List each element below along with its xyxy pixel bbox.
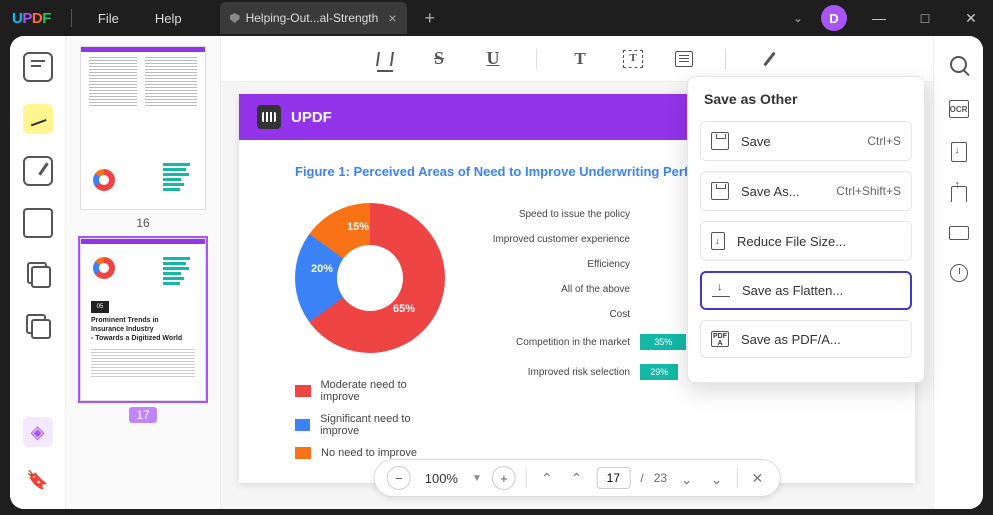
legend-swatch: [295, 419, 310, 431]
divider: [725, 49, 726, 69]
zoom-in-button[interactable]: +: [492, 466, 516, 490]
save-as-other-panel: Save as Other Save Ctrl+S Save As... Ctr…: [687, 76, 925, 383]
save-as-pdfa-button[interactable]: PDF A Save as PDF/A...: [700, 320, 912, 358]
last-page-icon[interactable]: ⌃: [707, 470, 727, 487]
save-as-flatten-button[interactable]: Save as Flatten...: [700, 271, 912, 310]
legend-swatch: [295, 385, 311, 397]
window-close-button[interactable]: ✕: [957, 10, 985, 27]
highlighter-icon[interactable]: [374, 48, 396, 70]
pencil-icon[interactable]: [758, 48, 780, 70]
zoom-level: 100%: [421, 471, 462, 486]
legend-label: Significant need to improve: [320, 413, 445, 437]
window-minimize-button[interactable]: —: [865, 10, 893, 26]
reduce-file-size-button[interactable]: Reduce File Size...: [700, 221, 912, 261]
donut-value: 15%: [347, 221, 369, 233]
divider: [536, 49, 537, 69]
reduce-size-icon: [711, 232, 725, 250]
document-tab[interactable]: Helping-Out...al-Strength ×: [220, 2, 407, 34]
chevron-down-icon[interactable]: ⌄: [793, 11, 803, 25]
divider: [737, 468, 738, 488]
ocr-icon[interactable]: OCR: [949, 100, 969, 118]
save-as-button[interactable]: Save As... Ctrl+Shift+S: [700, 171, 912, 211]
menu-file[interactable]: File: [80, 11, 137, 26]
strikethrough-icon[interactable]: S: [428, 48, 450, 70]
flatten-icon: [712, 285, 730, 297]
shield-icon: [230, 13, 240, 23]
prev-page-icon[interactable]: ⌃: [567, 470, 587, 487]
first-page-icon[interactable]: ⌃: [537, 470, 557, 487]
page-header-title: UPDF: [291, 109, 332, 126]
shortcut-label: Ctrl+Shift+S: [836, 184, 901, 198]
page-total: 23: [654, 471, 667, 485]
panel-title: Save as Other: [700, 91, 912, 107]
add-tab-button[interactable]: +: [425, 8, 436, 29]
edit-tool-icon[interactable]: [23, 156, 53, 186]
shortcut-label: Ctrl+S: [867, 134, 901, 148]
close-nav-icon[interactable]: ✕: [748, 470, 768, 487]
mail-icon[interactable]: [949, 226, 969, 240]
divider: [526, 468, 527, 488]
layers-icon[interactable]: ◈: [23, 417, 53, 447]
window-maximize-button[interactable]: □: [911, 10, 939, 26]
text-icon[interactable]: T: [569, 48, 591, 70]
sticky-note-icon[interactable]: [675, 51, 693, 67]
page-navigation-bar: − 100% ▼ + ⌃ ⌃ / 23 ⌃ ⌃ ✕: [374, 459, 781, 497]
menu-help[interactable]: Help: [137, 11, 200, 26]
legend-label: Moderate need to improve: [321, 379, 445, 403]
reader-tool-icon[interactable]: [23, 52, 53, 82]
history-icon[interactable]: [950, 264, 968, 282]
thumbnail-page-17[interactable]: 05 Prominent Trends in Insurance Industr…: [80, 238, 206, 402]
thumbnail-panel: 16 05 Prominent Trends in Insurance Indu…: [66, 36, 221, 509]
thumbnail-page-16[interactable]: [80, 46, 206, 210]
save-as-icon: [711, 182, 729, 200]
page-header-logo-icon: [257, 105, 281, 129]
pages-tool-icon[interactable]: [23, 312, 53, 342]
thumbnail-label-current: 17: [129, 407, 157, 423]
highlight-tool-icon[interactable]: [23, 104, 53, 134]
tab-title: Helping-Out...al-Strength: [246, 11, 379, 25]
page-number-input[interactable]: [596, 467, 630, 489]
underline-icon[interactable]: U: [482, 48, 504, 70]
thumbnail-label: 16: [80, 216, 206, 230]
search-icon[interactable]: [947, 52, 971, 76]
save-icon: [711, 132, 729, 150]
bookmark-icon[interactable]: 🔖: [23, 465, 53, 495]
app-logo: UPDF: [12, 10, 51, 27]
textbox-icon[interactable]: T: [623, 50, 643, 68]
page-sep: /: [640, 471, 643, 485]
chart-legend: Moderate need to improve Significant nee…: [295, 379, 445, 459]
divider: [71, 9, 72, 27]
zoom-out-button[interactable]: −: [387, 466, 411, 490]
convert-icon[interactable]: [951, 142, 967, 162]
user-avatar[interactable]: D: [821, 5, 847, 31]
organize-tool-icon[interactable]: [23, 260, 53, 290]
next-page-icon[interactable]: ⌃: [677, 470, 697, 487]
close-tab-icon[interactable]: ×: [388, 10, 396, 26]
legend-swatch: [295, 447, 311, 459]
donut-value: 65%: [393, 303, 415, 315]
zoom-dropdown-icon[interactable]: ▼: [472, 473, 482, 484]
save-button[interactable]: Save Ctrl+S: [700, 121, 912, 161]
donut-chart: 65% 20% 15%: [295, 203, 445, 353]
pdfa-icon: PDF A: [711, 331, 729, 347]
donut-value: 20%: [311, 263, 333, 275]
share-icon[interactable]: [951, 186, 967, 202]
clipboard-tool-icon[interactable]: [23, 208, 53, 238]
legend-label: No need to improve: [321, 447, 417, 459]
